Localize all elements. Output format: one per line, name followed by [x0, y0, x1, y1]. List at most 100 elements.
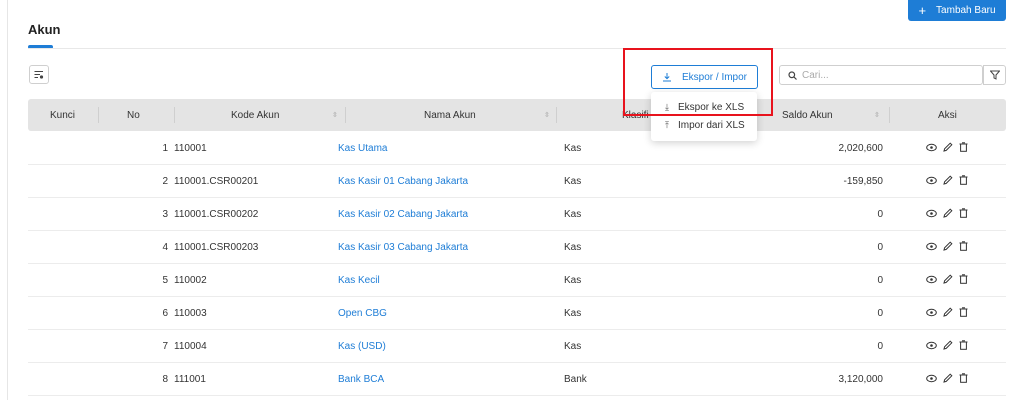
cell-no: 5 [162, 275, 168, 286]
column-separator [556, 107, 557, 123]
trash-icon[interactable] [959, 274, 968, 287]
eye-icon[interactable] [926, 275, 937, 287]
cell-saldo-akun: 0 [877, 275, 883, 286]
eye-icon[interactable] [926, 374, 937, 386]
cell-nama-akun-link[interactable]: Kas (USD) [338, 330, 548, 363]
column-aksi: Aksi [938, 109, 957, 121]
funnel-icon [989, 70, 1000, 80]
menu-item-export-xls[interactable]: ⤓ Ekspor ke XLS [651, 98, 757, 116]
cell-klasifikasi: Kas [564, 176, 582, 187]
trash-icon[interactable] [959, 373, 968, 386]
import-icon: ⤒ [665, 119, 669, 130]
column-klasifikasi[interactable]: Klasifi [622, 99, 649, 131]
cell-saldo-akun: 0 [877, 341, 883, 352]
column-kode-akun[interactable]: Kode Akun [231, 99, 279, 131]
pencil-icon[interactable] [943, 274, 953, 287]
cell-no: 7 [162, 341, 168, 352]
pencil-icon[interactable] [943, 241, 953, 254]
pencil-icon[interactable] [943, 175, 953, 188]
export-import-button[interactable]: Ekspor / Impor [651, 65, 758, 89]
eye-icon[interactable] [926, 308, 937, 320]
search-box[interactable] [779, 65, 983, 85]
cell-nama-akun-link[interactable]: Kas Kasir 02 Cabang Jakarta [338, 198, 548, 231]
trash-icon[interactable] [959, 175, 968, 188]
divider [28, 48, 1006, 49]
cell-klasifikasi: Kas [564, 341, 582, 352]
row-actions [926, 165, 968, 198]
pencil-icon[interactable] [943, 373, 953, 386]
table-row: 4 110001.CSR00203 Kas Kasir 03 Cabang Jaka… [28, 231, 1006, 264]
trash-icon[interactable] [959, 241, 968, 254]
cell-nama-akun-link[interactable]: Kas Kasir 01 Cabang Jakarta [338, 165, 548, 198]
cell-kode-akun: 110001.CSR00203 [174, 242, 259, 253]
cell-klasifikasi: Kas [564, 143, 582, 154]
cell-klasifikasi: Kas [564, 242, 582, 253]
cell-no: 3 [162, 209, 168, 220]
cell-klasifikasi: Bank [564, 374, 587, 385]
column-nama-akun[interactable]: Nama Akun [424, 99, 476, 131]
left-rail [0, 0, 8, 400]
page-title: Akun [28, 22, 61, 37]
cell-no: 1 [162, 143, 168, 154]
eye-icon[interactable] [926, 143, 937, 155]
add-new-button[interactable]: + Tambah Baru [908, 0, 1006, 21]
pencil-icon[interactable] [943, 142, 953, 155]
add-new-label: Tambah Baru [936, 5, 996, 16]
trash-icon[interactable] [959, 340, 968, 353]
sort-glyph: ⇳ [874, 112, 880, 119]
row-actions [926, 198, 968, 231]
pencil-icon[interactable] [943, 340, 953, 353]
row-actions [926, 330, 968, 363]
export-import-dropdown: ⤓ Ekspor ke XLS ⤒ Impor dari XLS [651, 92, 757, 141]
pencil-icon[interactable] [943, 208, 953, 221]
search-input[interactable] [802, 69, 972, 81]
column-saldo-akun-label: Saldo Akun [782, 109, 833, 121]
eye-icon[interactable] [926, 176, 937, 188]
column-no[interactable]: No [127, 99, 140, 131]
cell-nama-akun-link[interactable]: Kas Kasir 03 Cabang Jakarta [338, 231, 548, 264]
row-actions [926, 132, 968, 165]
eye-icon[interactable] [926, 209, 937, 221]
row-actions [926, 363, 968, 396]
cell-kode-akun: 110001.CSR00201 [174, 176, 259, 187]
trash-icon[interactable] [959, 208, 968, 221]
row-actions [926, 264, 968, 297]
cell-klasifikasi: Kas [564, 209, 582, 220]
menu-item-label: Ekspor ke XLS [678, 101, 745, 113]
cell-klasifikasi: Kas [564, 308, 582, 319]
table-row: 8 111001 Bank BCA Bank 3,120,000 [28, 363, 1006, 396]
cell-nama-akun-link[interactable]: Kas Kecil [338, 264, 548, 297]
menu-item-label: Impor dari XLS [678, 119, 745, 131]
cell-saldo-akun: 3,120,000 [838, 374, 884, 385]
cell-no: 8 [162, 374, 168, 385]
eye-icon[interactable] [926, 242, 937, 254]
cell-kode-akun: 110001.CSR00202 [174, 209, 259, 220]
cell-nama-akun-link[interactable]: Bank BCA [338, 363, 548, 396]
cell-no: 4 [162, 242, 168, 253]
trash-icon[interactable] [959, 142, 968, 155]
column-separator [98, 107, 99, 123]
row-actions [926, 297, 968, 330]
menu-item-import-xls[interactable]: ⤒ Impor dari XLS [651, 116, 757, 134]
cell-nama-akun-link[interactable]: Kas Utama [338, 132, 548, 165]
trash-icon[interactable] [959, 307, 968, 320]
cell-kode-akun: 110002 [174, 275, 207, 286]
table-row: 7 110004 Kas (USD) Kas 0 [28, 330, 1006, 363]
table-row: 5 110002 Kas Kecil Kas 0 [28, 264, 1006, 297]
filter-list-icon [34, 71, 44, 79]
filter-button[interactable] [983, 65, 1006, 85]
column-kunci[interactable]: Kunci [50, 99, 75, 131]
column-separator [174, 107, 175, 123]
cell-saldo-akun: -159,850 [843, 176, 883, 187]
eye-icon[interactable] [926, 341, 937, 353]
cell-kode-akun: 111001 [174, 374, 206, 385]
table-row: 6 110003 Open CBG Kas 0 [28, 297, 1006, 330]
pencil-icon[interactable] [943, 307, 953, 320]
column-saldo-akun[interactable]: Saldo Akun [782, 99, 833, 131]
cell-nama-akun-link[interactable]: Open CBG [338, 297, 548, 330]
sort-glyph: ⇳ [544, 112, 550, 119]
table-header: Kunci No Kode Akun ⇳ Nama Akun ⇳ Klasifi… [28, 99, 1006, 131]
cell-klasifikasi: Kas [564, 275, 582, 286]
column-settings-button[interactable] [29, 65, 49, 84]
row-actions [926, 231, 968, 264]
